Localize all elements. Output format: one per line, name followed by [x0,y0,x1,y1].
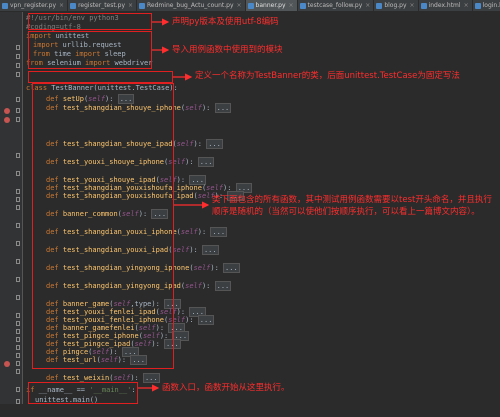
annotation-methods: 类下面包含的所有函数，其中测试用例函数需要以test开头命名，并且执行顺序是随机… [212,195,492,217]
annotation-imports: 导入用例函数中使用到的模块 [172,45,283,55]
annotation-class: 定义一个名称为TestBanner的类，后面unittest.TestCase为… [195,71,460,81]
gutter-row[interactable] [0,408,22,417]
annotation-main: 函数入口，函数开始从这里执行。 [162,383,290,393]
annotation-encoding: 声明py版本及使用utf-8编码 [172,17,279,27]
